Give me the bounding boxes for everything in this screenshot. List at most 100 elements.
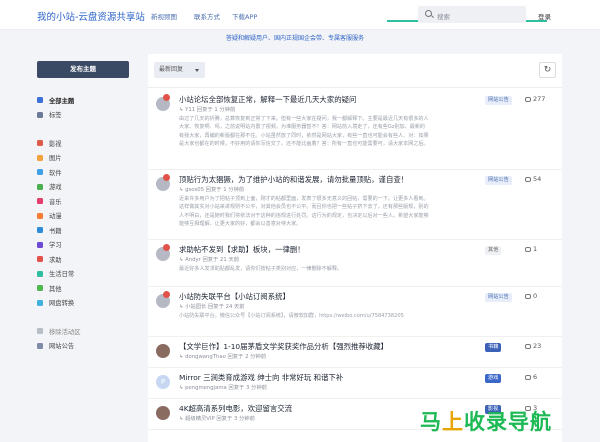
sidebar-item[interactable]: 其他 — [37, 281, 129, 296]
comment-icon — [525, 293, 531, 299]
site-brand[interactable]: 我的小站-云盘资源共享站 — [37, 9, 145, 23]
reply-count: 54 — [525, 175, 541, 183]
topic-meta: ↳ gsos05 回复于 1 分钟前 — [179, 187, 245, 193]
sidebar-item-label: 游戏 — [49, 184, 62, 192]
category-icon — [37, 241, 43, 248]
topic-meta: ↳ Y11 回复于 1 分钟前 — [179, 107, 236, 113]
category-icon — [37, 256, 43, 263]
topic-meta: ↳ Andyr 回复于 21 天前 — [179, 257, 240, 263]
sidebar-item[interactable]: 图片 — [37, 151, 129, 166]
reply-count: 1 — [525, 245, 537, 253]
nav-link-video[interactable]: 新视频图 — [151, 11, 177, 21]
reply-count-value: 6 — [533, 373, 538, 381]
topic-row[interactable]: 【文学巨作】1-10届茅盾文学奖获奖作品分析【强烈推荐收藏】 ↳ dongwang… — [148, 337, 562, 368]
category-tag[interactable]: 书籍 — [485, 343, 502, 352]
category-icon — [37, 342, 43, 349]
reply-count-value: 1 — [533, 245, 538, 253]
category-icon — [37, 212, 43, 219]
login-link[interactable]: 登录 — [538, 11, 551, 21]
topic-row[interactable]: 小站论坛全部恢复正常，解释一下最近几天大家的疑问 ↳ Y11 回复于 1 分钟前由… — [148, 90, 562, 170]
reply-count: 23 — [525, 342, 541, 350]
topic-row[interactable]: 顶贴行为太猖獗，为了维护小站的和谐发展，请勿批量顶贴，谨自查！ ↳ gsos05 … — [148, 170, 562, 240]
sidebar-item-label: 学习 — [49, 242, 62, 250]
reply-count-value: 54 — [533, 175, 542, 183]
sidebar-item-label: 其他 — [49, 285, 62, 293]
sidebar-item-label: 影视 — [49, 140, 62, 148]
category-icon — [37, 183, 43, 190]
sidebar-item[interactable]: 音乐 — [37, 194, 129, 209]
avatar[interactable]: P — [156, 375, 170, 389]
sidebar-item[interactable]: 网盘转换 — [37, 296, 129, 311]
nav-link-app[interactable]: 下载APP — [232, 11, 257, 21]
pinned-badge-icon — [163, 291, 170, 298]
comment-icon — [525, 246, 531, 252]
sidebar-item-label: 动漫 — [49, 213, 62, 221]
category-tag[interactable]: 游戏 — [485, 374, 502, 383]
sidebar-item[interactable]: 移除活动区 — [37, 324, 129, 339]
topic-title[interactable]: 【文学巨作】1-10届茅盾文学奖获奖作品分析【强烈推荐收藏】 — [179, 341, 388, 352]
sidebar-item-label: 书籍 — [49, 227, 62, 235]
sidebar-item[interactable]: 动漫 — [37, 209, 129, 224]
sidebar-item[interactable]: 求助 — [37, 252, 129, 267]
sidebar-item[interactable]: 游戏 — [37, 180, 129, 195]
sort-dropdown[interactable]: 最新回复 — [154, 62, 205, 78]
search-icon — [425, 10, 432, 17]
sidebar-item[interactable]: 软件 — [37, 165, 129, 180]
sidebar-item-label: 求助 — [49, 256, 62, 264]
avatar[interactable] — [156, 406, 170, 420]
category-tag[interactable]: 网站公告 — [485, 293, 512, 302]
comment-icon — [525, 176, 531, 182]
topic-meta: ↳ 超级精灵VIP 回复于 3 分钟前 — [179, 416, 255, 422]
category-icon — [37, 285, 43, 292]
chevron-down-icon — [195, 69, 199, 72]
sidebar-item-label: 全部主题 — [49, 97, 75, 105]
sidebar-item[interactable]: 书籍 — [37, 223, 129, 238]
topic-excerpt: 小站防失联平台。微信公众号【小站订阅系统】，请微软加群，https://weib… — [179, 313, 404, 319]
comment-icon — [525, 343, 531, 349]
topic-title[interactable]: Mirror 三涧类育成游戏 绅士向 非常好玩 和谐下补 — [179, 372, 343, 383]
avatar[interactable] — [156, 344, 170, 358]
search-input[interactable]: 搜索 — [418, 6, 526, 23]
category-icon — [37, 227, 43, 234]
reply-count: 6 — [525, 373, 537, 381]
category-tag[interactable]: 网站公告 — [485, 96, 512, 105]
sidebar-item[interactable]: 影视 — [37, 136, 129, 151]
sort-label: 最新回复 — [159, 66, 184, 73]
topic-row[interactable]: P Mirror 三涧类育成游戏 绅士向 非常好玩 和谐下补 ↳ pengmengj… — [148, 368, 562, 399]
sidebar-item[interactable]: 学习 — [37, 238, 129, 253]
search-placeholder: 搜索 — [437, 12, 450, 21]
category-tag[interactable]: 其他 — [485, 246, 502, 255]
comment-icon — [525, 374, 531, 380]
topic-list-panel: 最新回复 ↻ 小站论坛全部恢复正常，解释一下最近几天大家的疑问 ↳ Y11 回复于… — [148, 54, 562, 442]
topic-meta: ↳ pengmengjama 回复于 3 分钟前 — [179, 385, 267, 391]
topic-title[interactable]: 小站防失联平台【小站订阅系统】 — [179, 291, 290, 302]
topic-row[interactable]: 小站防失联平台【小站订阅系统】 ↳ 小站园长 回复于 24 天前 小站防失联平台。微… — [148, 287, 562, 337]
sidebar-item-label: 移除活动区 — [49, 328, 81, 336]
sidebar-item[interactable]: 标签 — [37, 108, 129, 123]
sidebar-item-label: 标签 — [49, 112, 62, 120]
topic-title[interactable]: 求助帖不发到【求助】板块，一律删！ — [179, 244, 305, 255]
reply-count: 277 — [525, 95, 545, 103]
announcement-banner[interactable]: 答疑和解疑用户、国内正规国企会带、专属客服服务 — [226, 33, 364, 42]
category-icon — [37, 198, 43, 205]
sidebar-item[interactable]: 网站公告 — [37, 339, 129, 354]
topic-title[interactable]: 顶贴行为太猖獗，为了维护小站的和谐发展，请勿批量顶贴，谨自查！ — [179, 174, 408, 185]
post-topic-button[interactable]: 发布主题 — [37, 61, 129, 78]
pinned-badge-icon — [163, 244, 170, 251]
refresh-button[interactable]: ↻ — [539, 62, 556, 78]
sidebar-item[interactable]: 全部主题 — [37, 93, 129, 108]
topic-title[interactable]: 小站论坛全部恢复正常，解释一下最近几天大家的疑问 — [179, 94, 356, 105]
reply-count-value: 23 — [533, 342, 542, 350]
sidebar-nav: 全部主题标签影视图片 软件游戏音乐动漫书籍学习求助生活日常其他网盘转换移除活动区网… — [37, 93, 129, 353]
pinned-badge-icon — [163, 174, 170, 181]
topic-title[interactable]: 4K超高清系列电影，欢迎留言交流 — [179, 403, 292, 414]
reply-count-value: 277 — [533, 95, 546, 103]
sidebar-item[interactable]: 生活日常 — [37, 267, 129, 282]
category-tag[interactable]: 网站公告 — [485, 176, 512, 185]
topic-row[interactable]: 求助帖不发到【求助】板块，一律删！ ↳ Andyr 回复于 21 天前最近好多人发… — [148, 240, 562, 287]
sidebar-item-label: 音乐 — [49, 198, 62, 206]
sidebar: 发布主题 全部主题标签影视图片 软件游戏音乐动漫书籍学习求助生活日常其他网盘转换移… — [37, 61, 129, 353]
topic-excerpt: 最近好多人发求助贴都乱发，请你们按帖子类别对应，一律删除不解释。 — [179, 266, 343, 272]
comment-icon — [525, 96, 531, 102]
nav-link-contact[interactable]: 联系方式 — [194, 11, 220, 21]
